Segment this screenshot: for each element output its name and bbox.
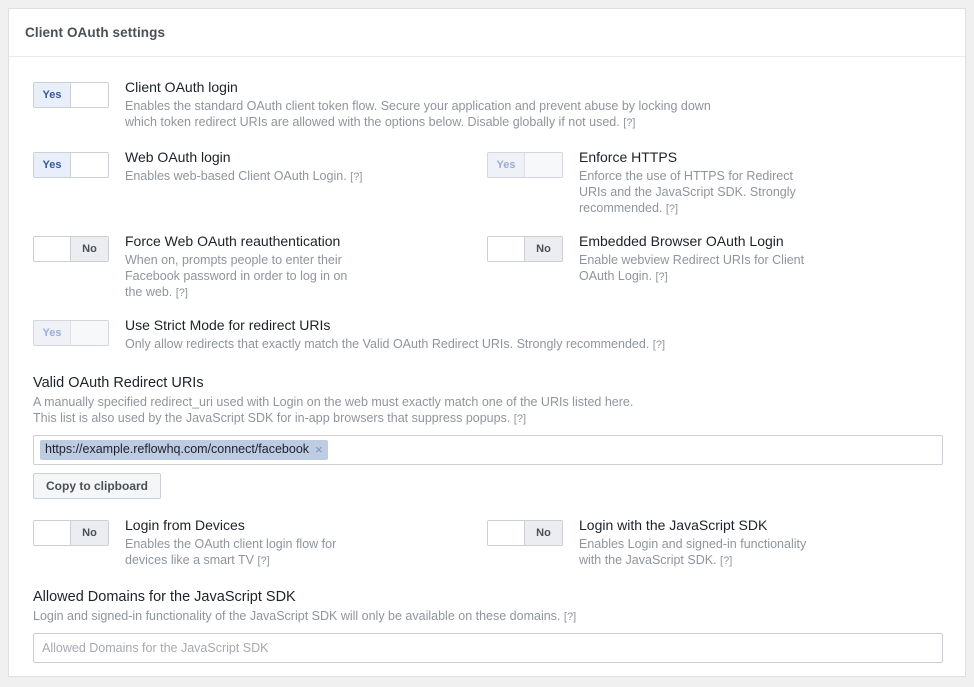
setting-description-text: Enable webview Redirect URIs for Client …: [579, 253, 805, 283]
help-icon[interactable]: [?]: [720, 555, 732, 567]
page-title: Client OAuth settings: [25, 25, 166, 40]
help-icon[interactable]: [?]: [655, 271, 667, 283]
toggle-knob: [488, 237, 525, 261]
redirect-uris-input[interactable]: https://example.reflowhq.com/connect/fac…: [33, 435, 943, 465]
valid-oauth-redirect-uris-section: Valid OAuth Redirect URIs A manually spe…: [33, 375, 943, 499]
help-icon[interactable]: [?]: [653, 339, 665, 351]
setting-description-text: Only allow redirects that exactly match …: [125, 337, 650, 351]
settings-row-2: Yes Web OAuth login Enables web-based Cl…: [33, 149, 941, 217]
card-body: Yes Client OAuth login Enables the stand…: [9, 57, 965, 663]
setting-title: Web OAuth login: [125, 149, 231, 165]
setting-description-text: Enforce the use of HTTPS for Redirect UR…: [579, 169, 796, 215]
help-icon[interactable]: [?]: [623, 117, 635, 129]
section-description-line1: A manually specified redirect_uri used w…: [33, 395, 634, 409]
settings-row-3: No Force Web OAuth reauthentication When…: [33, 233, 941, 301]
setting-login-with-the-javascript-sdk: No Login with the JavaScript SDK Enables…: [487, 517, 941, 569]
setting-description: Enables web-based Client OAuth Login. [?…: [125, 168, 362, 185]
help-icon[interactable]: [?]: [350, 171, 362, 183]
setting-title: Use Strict Mode for redirect URIs: [125, 317, 331, 333]
allowed-domains-input[interactable]: [33, 633, 943, 663]
settings-row-1: Yes Client OAuth login Enables the stand…: [33, 79, 941, 131]
section-description-text: Login and signed-in functionality of the…: [33, 609, 561, 623]
toggle-state-label: No: [525, 237, 562, 261]
setting-description: Enforce the use of HTTPS for Redirect UR…: [579, 168, 814, 217]
setting-title: Client OAuth login: [125, 79, 238, 95]
allowed-domains-section: Allowed Domains for the JavaScript SDK L…: [33, 589, 943, 663]
toggle-knob: [34, 237, 71, 261]
toggle-knob: [488, 521, 525, 545]
toggle-login-with-the-javascript-sdk[interactable]: No: [487, 520, 563, 546]
setting-description: When on, prompts people to enter their F…: [125, 252, 365, 301]
toggle-state-label: No: [71, 237, 108, 261]
toggle-state-label: No: [525, 521, 562, 545]
toggle-login-from-devices[interactable]: No: [33, 520, 109, 546]
setting-description-text: When on, prompts people to enter their F…: [125, 253, 348, 299]
setting-description: Enables Login and signed-in functionalit…: [579, 536, 809, 569]
help-icon[interactable]: [?]: [564, 611, 576, 623]
section-title: Valid OAuth Redirect URIs: [33, 375, 204, 391]
setting-use-strict-mode-for-redirect-uris: Yes Use Strict Mode for redirect URIs On…: [33, 317, 941, 353]
toggle-state-label: Yes: [488, 153, 525, 177]
toggle-embedded-browser-oauth-login[interactable]: No: [487, 236, 563, 262]
toggle-client-oauth-login[interactable]: Yes: [33, 82, 109, 108]
section-title: Allowed Domains for the JavaScript SDK: [33, 589, 296, 605]
setting-description: Enable webview Redirect URIs for Client …: [579, 252, 809, 285]
setting-description-text: Enables web-based Client OAuth Login.: [125, 169, 347, 183]
setting-title: Force Web OAuth reauthentication: [125, 233, 341, 249]
toggle-state-label: No: [71, 521, 108, 545]
toggle-web-oauth-login[interactable]: Yes: [33, 152, 109, 178]
setting-title: Embedded Browser OAuth Login: [579, 233, 784, 249]
help-icon[interactable]: [?]: [514, 413, 526, 425]
setting-login-from-devices: No Login from Devices Enables the OAuth …: [33, 517, 487, 569]
toggle-knob: [71, 83, 108, 107]
help-icon[interactable]: [?]: [257, 555, 269, 567]
toggle-knob: [525, 153, 562, 177]
client-oauth-settings-card: Client OAuth settings Yes Client OAuth l…: [8, 8, 966, 677]
setting-description: Enables the OAuth client login flow for …: [125, 536, 340, 569]
help-icon[interactable]: [?]: [666, 203, 678, 215]
setting-title: Login with the JavaScript SDK: [579, 517, 768, 533]
help-icon[interactable]: [?]: [176, 287, 188, 299]
close-icon[interactable]: ×: [315, 443, 323, 456]
section-description: A manually specified redirect_uri used w…: [33, 394, 941, 427]
settings-row-5: No Login from Devices Enables the OAuth …: [33, 517, 941, 569]
toggle-use-strict-mode-for-redirect-uris[interactable]: Yes: [33, 320, 109, 346]
setting-description-text: Enables the OAuth client login flow for …: [125, 537, 337, 567]
toggle-state-label: Yes: [34, 321, 71, 345]
toggle-force-web-oauth-reauthentication[interactable]: No: [33, 236, 109, 262]
section-description-line2: This list is also used by the JavaScript…: [33, 411, 511, 425]
uri-token-label: https://example.reflowhq.com/connect/fac…: [45, 442, 310, 456]
setting-title: Login from Devices: [125, 517, 245, 533]
setting-description: Only allow redirects that exactly match …: [125, 336, 665, 353]
setting-title: Enforce HTTPS: [579, 149, 678, 165]
toggle-knob: [34, 521, 71, 545]
copy-to-clipboard-button[interactable]: Copy to clipboard: [33, 473, 161, 499]
setting-description: Enables the standard OAuth client token …: [125, 98, 725, 131]
toggle-knob: [71, 321, 108, 345]
toggle-state-label: Yes: [34, 153, 71, 177]
toggle-enforce-https[interactable]: Yes: [487, 152, 563, 178]
setting-embedded-browser-oauth-login: No Embedded Browser OAuth Login Enable w…: [487, 233, 941, 301]
toggle-state-label: Yes: [34, 83, 71, 107]
setting-enforce-https: Yes Enforce HTTPS Enforce the use of HTT…: [487, 149, 941, 217]
setting-web-oauth-login: Yes Web OAuth login Enables web-based Cl…: [33, 149, 487, 217]
setting-description-text: Enables Login and signed-in functionalit…: [579, 537, 807, 567]
settings-row-4: Yes Use Strict Mode for redirect URIs On…: [33, 317, 941, 353]
uri-token[interactable]: https://example.reflowhq.com/connect/fac…: [40, 440, 328, 460]
setting-client-oauth-login: Yes Client OAuth login Enables the stand…: [33, 79, 941, 131]
setting-force-web-oauth-reauthentication: No Force Web OAuth reauthentication When…: [33, 233, 487, 301]
section-description: Login and signed-in functionality of the…: [33, 608, 941, 625]
card-header: Client OAuth settings: [9, 9, 965, 57]
toggle-knob: [71, 153, 108, 177]
